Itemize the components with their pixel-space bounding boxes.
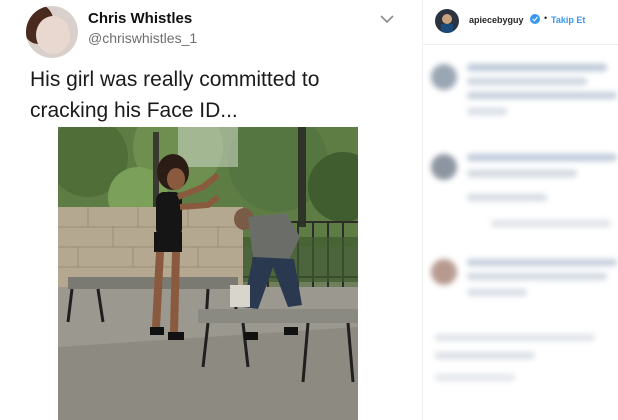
chevron-down-icon[interactable]: [378, 10, 396, 28]
author-name[interactable]: Chris Whistles: [88, 10, 192, 27]
comment-item: [431, 60, 617, 130]
comment-item: [431, 255, 617, 315]
tweet-video[interactable]: [58, 127, 358, 420]
tweet-text-line: His girl was really committed to: [30, 68, 320, 91]
instagram-sidebar: apiecebyguy • Takip Et: [422, 0, 618, 420]
verified-badge-icon: [530, 14, 540, 24]
tweet-text: His girl was really committed to crackin…: [30, 64, 390, 126]
user-avatar[interactable]: [435, 9, 459, 33]
author-handle[interactable]: @chriswhistles_1: [88, 30, 197, 46]
comment-item: [431, 330, 611, 410]
follow-button[interactable]: Takip Et: [551, 15, 585, 25]
tweet-card: Chris Whistles @chriswhistles_1 His girl…: [0, 0, 422, 420]
author-avatar[interactable]: [26, 6, 78, 58]
instagram-post-header: apiecebyguy • Takip Et: [423, 0, 618, 45]
tweet-text-line: cracking his Face ID...: [30, 99, 238, 122]
separator-dot: •: [544, 13, 548, 23]
username-link[interactable]: apiecebyguy: [469, 15, 524, 25]
comment-item: [431, 150, 617, 240]
